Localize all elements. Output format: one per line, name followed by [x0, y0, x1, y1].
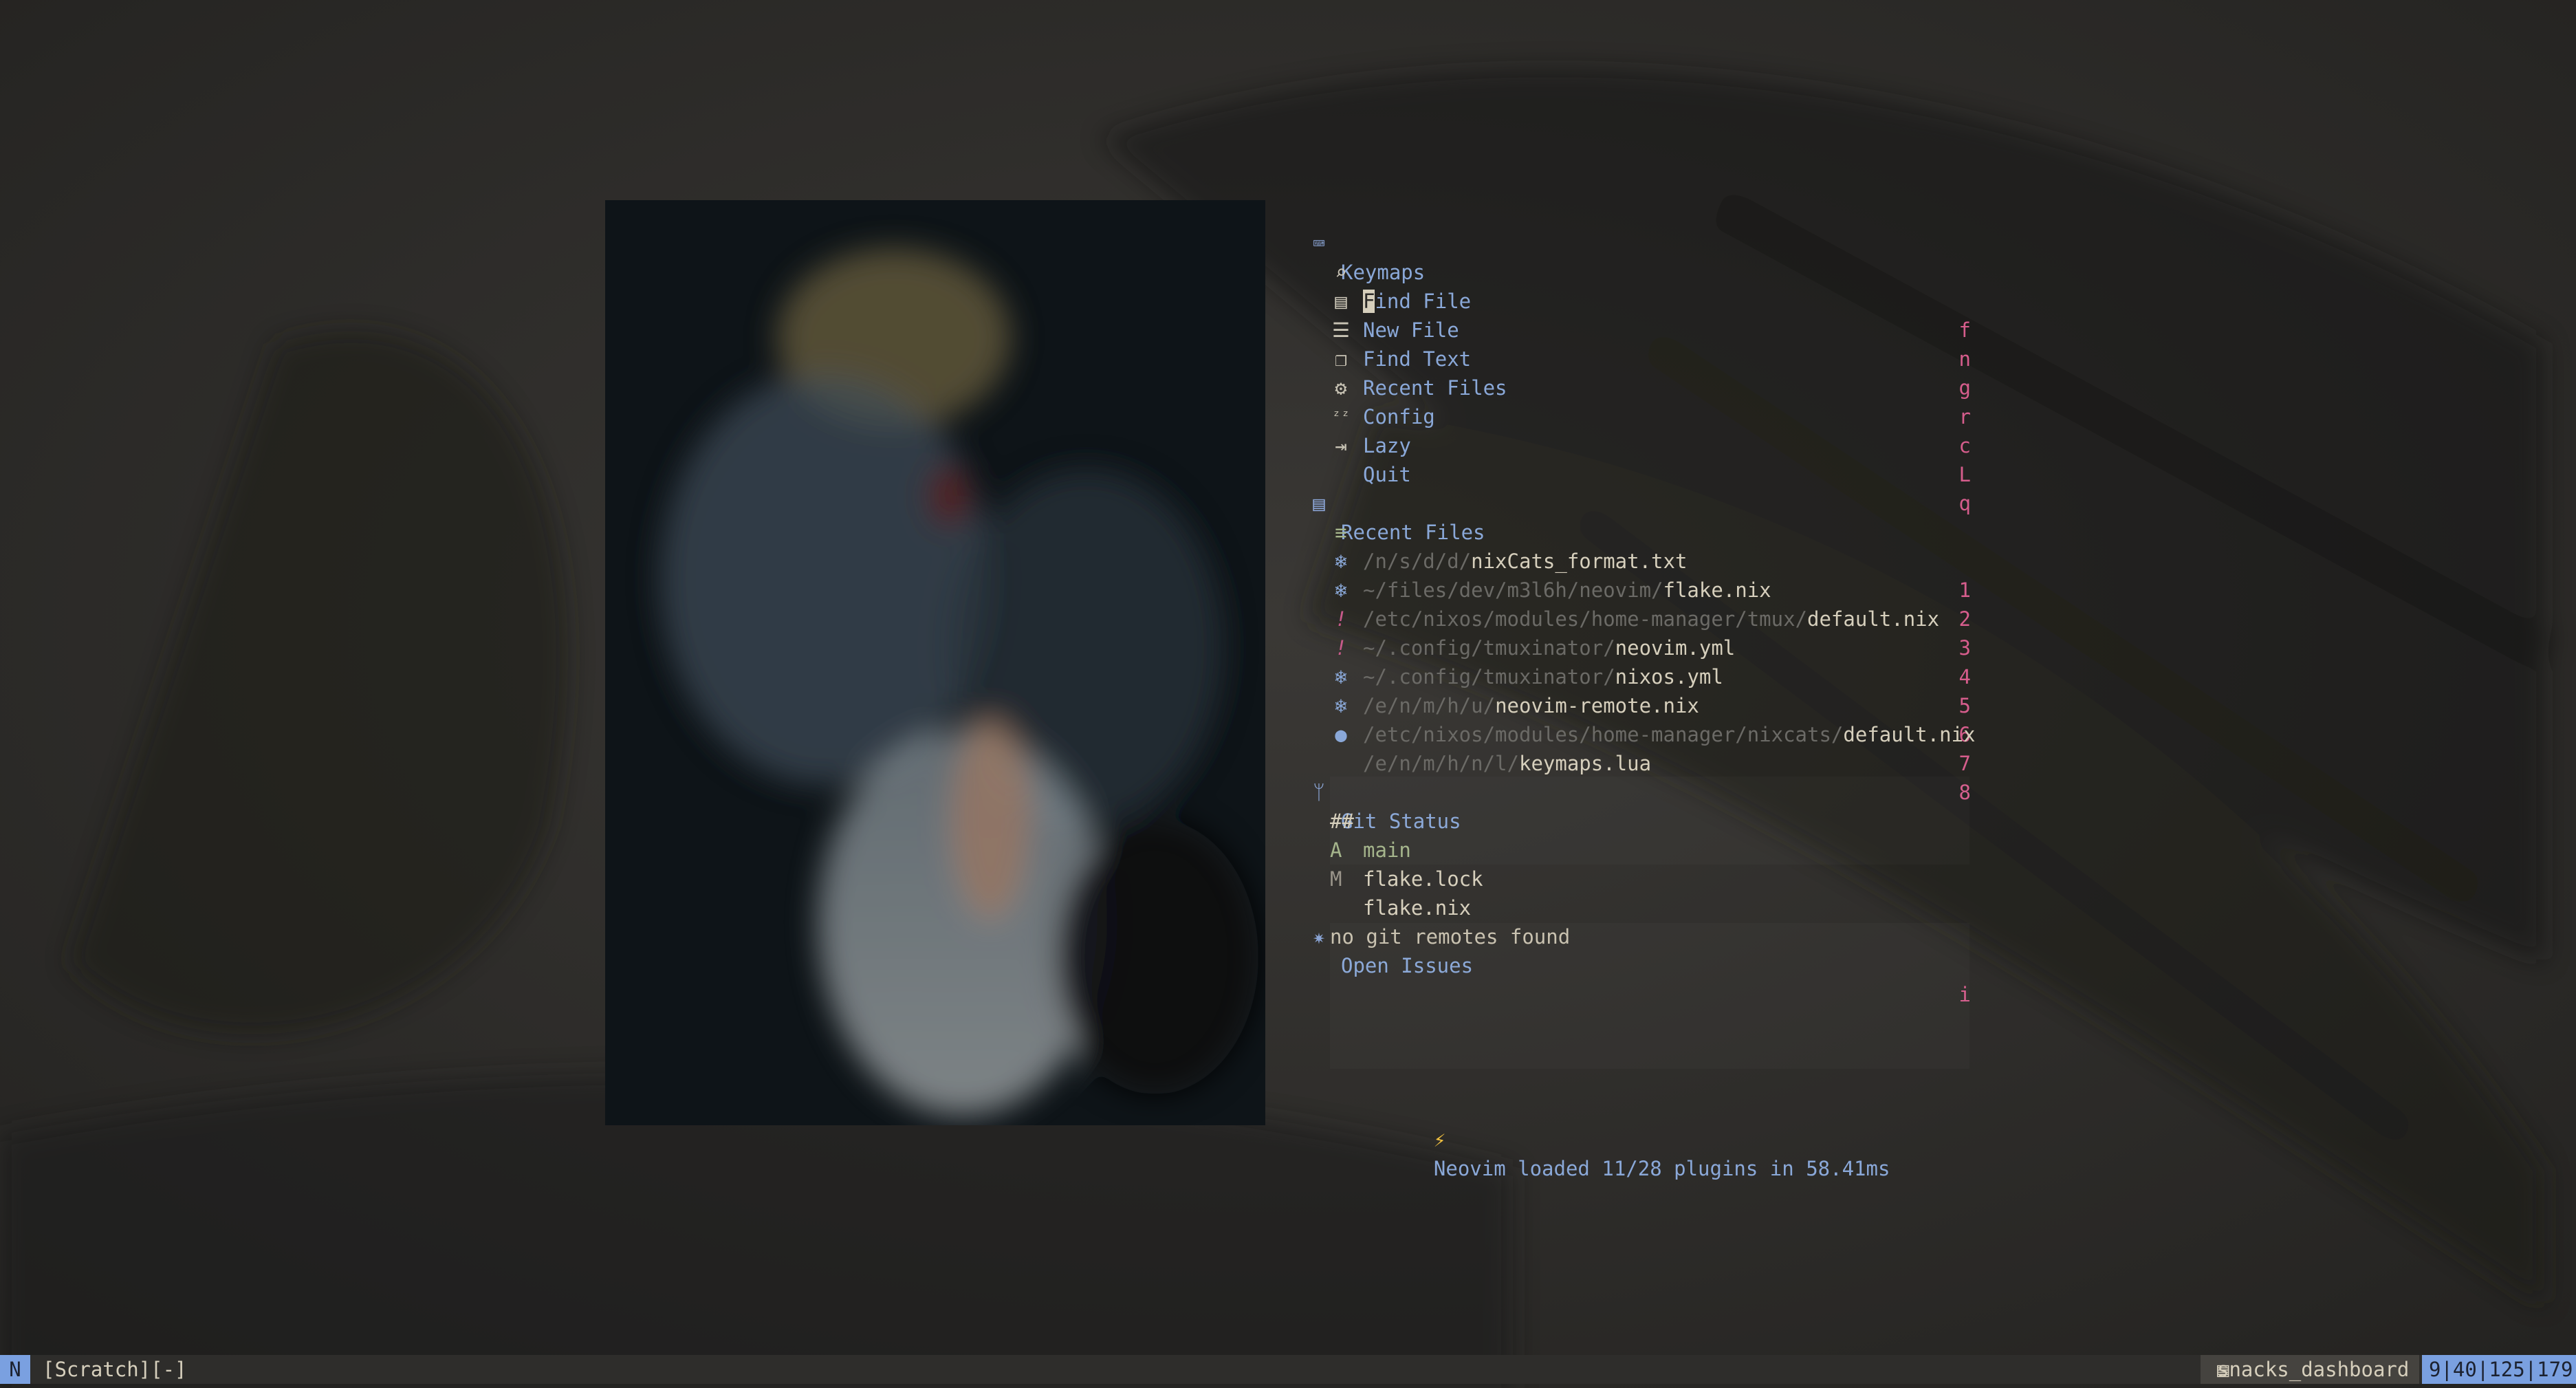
startup-time: 58.41ms	[1806, 1157, 1890, 1180]
exit-icon: ⇥	[1335, 434, 1347, 457]
recent-file-item[interactable]: ❄ /e/n/m/h/u/neovim-remote.nix 6	[0, 633, 2576, 746]
issues-message: no git remotes found	[1330, 925, 1571, 948]
plugins-loaded: 11/28	[1602, 1157, 1662, 1180]
lua-icon: ●	[1335, 723, 1347, 746]
position-segment: 9|40|125|179	[2422, 1355, 2576, 1384]
keymap-lazy[interactable]: ᶻᶻ Lazy L	[0, 373, 2576, 486]
statusline: N [Scratch][-] ▤ snacks_dashboard 9|40|1…	[0, 1355, 2576, 1384]
keymap-new-file[interactable]: ▤ New File n	[0, 258, 2576, 371]
keymap-key: c	[1958, 434, 1971, 457]
lightning-icon: ⚡	[1433, 1128, 1446, 1151]
git-flag: M	[1330, 867, 1342, 891]
keymap-quit[interactable]: ⇥ Quit q	[0, 402, 2576, 515]
keymap-recent-files[interactable]: ❐ Recent Files r	[0, 316, 2576, 429]
git-file-row[interactable]: A flake.lock	[0, 807, 2576, 891]
startup-stats: ⚡ Neovim loaded 11/28 plugins in 58.41ms	[1410, 1096, 1890, 1180]
mode-indicator: N	[0, 1355, 30, 1384]
file-name: default.nix	[1843, 723, 1976, 746]
startup-prefix: Neovim loaded	[1433, 1157, 1602, 1180]
recent-file-item[interactable]: ● /e/n/m/h/n/l/keymaps.lua 8	[0, 691, 2576, 804]
recent-file-item[interactable]: ❄ /etc/nixos/modules/home-manager/nixcat…	[0, 662, 2576, 775]
bug-icon: ✷	[1313, 925, 1325, 948]
keymap-find-file[interactable]: ⌕ Find File f	[0, 229, 2576, 342]
filetype-segment: ▤ snacks_dashboard	[2201, 1355, 2419, 1384]
git-file-row[interactable]: M flake.nix	[0, 836, 2576, 920]
cursor-position: 9|40|125|179	[2429, 1358, 2573, 1381]
keymap-find-text[interactable]: ☰ Find Text g	[0, 287, 2576, 400]
recent-file-item[interactable]: ❄ /etc/nixos/modules/home-manager/tmux/d…	[0, 547, 2576, 660]
filetype-label: snacks_dashboard	[2217, 1358, 2410, 1381]
open-issues-header[interactable]: ✷ Open Issues i	[0, 893, 2576, 1006]
file-dir: /etc/nixos/modules/home-manager/nixcats/	[1363, 723, 1844, 746]
git-file-name: flake.lock	[1363, 867, 1483, 891]
recent-file-item[interactable]: ❄ ~/files/dev/m3l6h/neovim/flake.nix 2	[0, 518, 2576, 631]
recent-file-item[interactable]: ≡ /n/s/d/d/nixCats_format.txt 1	[0, 489, 2576, 602]
buffer-name: [Scratch][-]	[43, 1358, 187, 1381]
startup-mid: plugins in	[1661, 1157, 1807, 1180]
keymap-config[interactable]: ⚙ Config c	[0, 345, 2576, 457]
keymap-label: Lazy	[1363, 434, 1411, 457]
recent-file-item[interactable]: ! ~/.config/tmuxinator/neovim.yml 4	[0, 576, 2576, 688]
git-branch-row: ## main	[0, 778, 2576, 862]
recent-file-item[interactable]: ! ~/.config/tmuxinator/nixos.yml 5	[0, 605, 2576, 717]
